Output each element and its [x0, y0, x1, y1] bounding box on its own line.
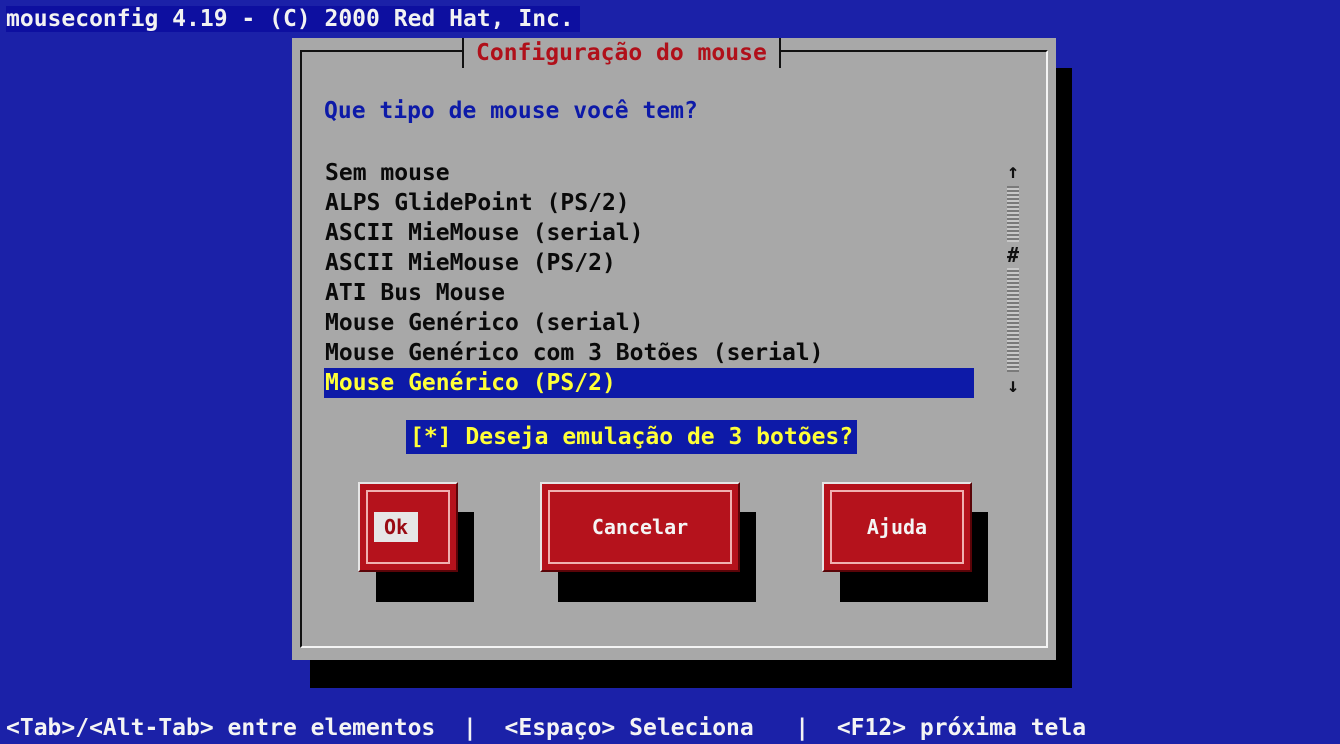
mouse-config-dialog: Configuração do mouse Que tipo de mouse …: [292, 38, 1056, 660]
cancel-button[interactable]: Cancelar: [540, 482, 740, 572]
cancel-button-label: Cancelar: [591, 515, 689, 539]
mouse-type-list[interactable]: Sem mouse ALPS GlidePoint (PS/2) ASCII M…: [324, 158, 974, 398]
scrollbar-track[interactable]: #: [1006, 186, 1020, 372]
ok-button-label: Ok: [374, 512, 419, 542]
emulate-3-buttons-checkbox[interactable]: [*] Deseja emulação de 3 botões?: [406, 420, 858, 454]
scrollbar-thumb[interactable]: #: [1006, 242, 1020, 268]
cancel-button-frame: Cancelar: [548, 490, 732, 564]
scroll-up-arrow-icon[interactable]: ↑: [1006, 158, 1020, 184]
list-scrollbar[interactable]: ↑ # ↓: [1006, 158, 1020, 398]
list-item[interactable]: ASCII MieMouse (PS/2): [324, 248, 974, 278]
ok-button-frame: Ok: [366, 490, 450, 564]
list-item[interactable]: ATI Bus Mouse: [324, 278, 974, 308]
list-item[interactable]: Mouse Genérico com 3 Botões (serial): [324, 338, 974, 368]
list-item[interactable]: ALPS GlidePoint (PS/2): [324, 188, 974, 218]
ok-button[interactable]: Ok: [358, 482, 458, 572]
app-title: mouseconfig 4.19 - (C) 2000 Red Hat, Inc…: [6, 6, 580, 32]
question-label: Que tipo de mouse você tem?: [324, 98, 698, 124]
list-item[interactable]: Mouse Genérico (serial): [324, 308, 974, 338]
help-button-frame: Ajuda: [830, 490, 964, 564]
help-button[interactable]: Ajuda: [822, 482, 972, 572]
list-item[interactable]: ASCII MieMouse (serial): [324, 218, 974, 248]
status-bar: <Tab>/<Alt-Tab> entre elementos | <Espaç…: [6, 715, 1087, 741]
help-button-label: Ajuda: [866, 515, 928, 539]
list-item[interactable]: Sem mouse: [324, 158, 974, 188]
dialog-title: Configuração do mouse: [462, 38, 781, 68]
scroll-down-arrow-icon[interactable]: ↓: [1006, 372, 1020, 398]
list-item-selected[interactable]: Mouse Genérico (PS/2): [324, 368, 974, 398]
